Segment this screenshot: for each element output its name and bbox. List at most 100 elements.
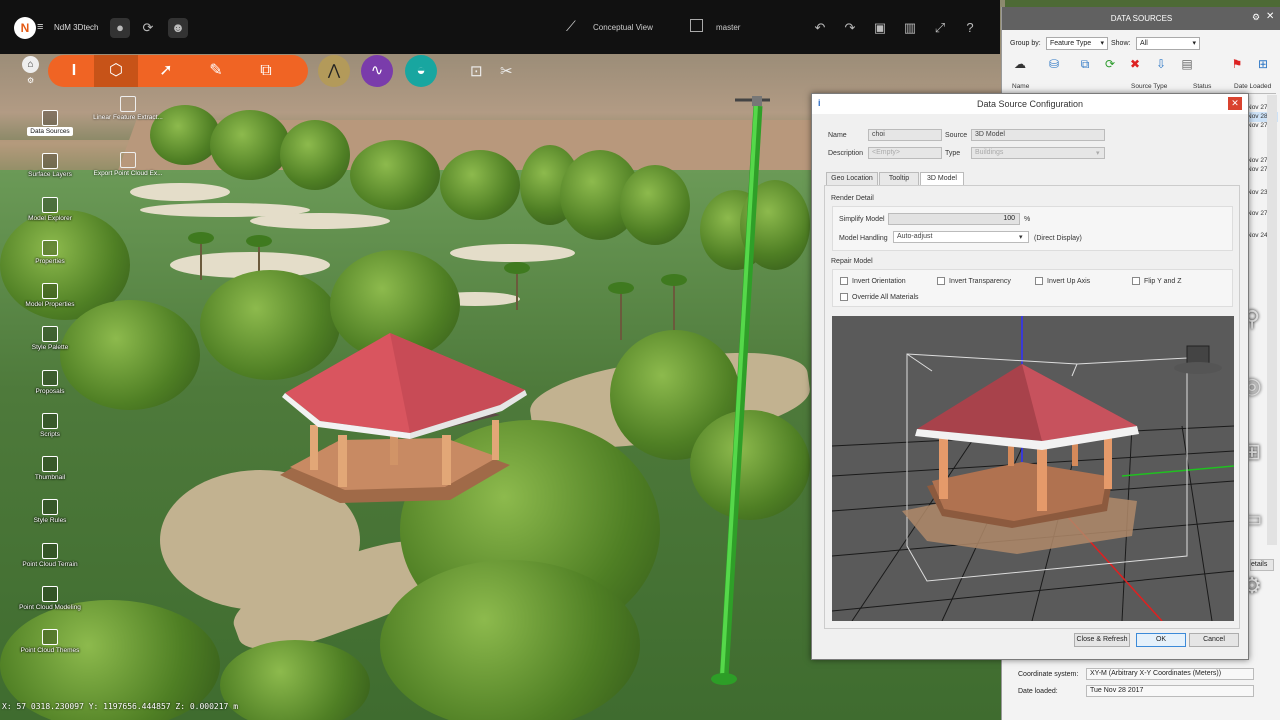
col-status[interactable]: Status [1193,83,1211,90]
sidebar-item-linear-feature[interactable]: Linear Feature Extract... [88,96,168,121]
select-tool-icon[interactable]: ➚ [144,55,188,87]
water-tool-icon[interactable]: ◒ [405,55,437,87]
user-icon[interactable]: ☻ [168,18,188,38]
cancel-button[interactable]: Cancel [1189,633,1239,647]
layers-tool-icon[interactable]: ▤ [1179,56,1195,72]
sidebar-item-export-point-cloud[interactable]: Export Point Cloud Ex... [88,152,168,177]
sidebar-item-model-properties[interactable]: Model Properties [10,283,90,308]
date-cell[interactable]: Nov 27 [1247,210,1268,217]
sync-icon[interactable]: ⟳ [138,18,158,38]
close-button[interactable]: ✕ [1228,97,1242,110]
simplify-slider[interactable]: 100 [888,213,1020,225]
type-label: Type [945,150,961,157]
sidebar-item-style-rules[interactable]: Style Rules [10,499,90,524]
grid-icon[interactable]: ⊞ [1255,56,1271,72]
sidebar-item-model-explorer[interactable]: Model Explorer [10,197,90,222]
model-tool-icon[interactable]: ⬡ [94,55,138,87]
menu-icon[interactable]: ≡ [37,21,43,33]
sidebar-item-point-cloud-modeling[interactable]: Point Cloud Modeling [10,586,90,611]
sidebar-item-surface-layers[interactable]: Surface Layers [10,153,90,178]
checkbox-box[interactable] [1035,277,1043,285]
branch-label[interactable]: master [716,23,740,32]
col-date-loaded[interactable]: Date Loaded [1234,83,1271,90]
show-select[interactable]: All [1136,37,1200,50]
tools-icon[interactable]: ✂ [500,62,513,80]
date-cell[interactable]: Nov 27 [1247,157,1268,164]
tab-geo-location[interactable]: Geo Location [826,172,878,185]
build-tool-icon[interactable]: I [52,55,96,87]
date-cell[interactable]: Nov 27 [1247,166,1268,173]
fullscreen-icon[interactable]: ⤢ [930,18,950,38]
tab-3d-model[interactable]: 3D Model [920,172,964,186]
copy-icon[interactable]: ⧉ [1077,56,1093,72]
close-refresh-button[interactable]: Close & Refresh [1074,633,1130,647]
undo-icon[interactable]: ↶ [810,18,830,38]
date-cell[interactable]: Nov 27 [1247,104,1268,111]
checkbox-box[interactable] [840,277,848,285]
cloud-add-icon[interactable]: ☁ [1012,56,1028,72]
invert-transparency-checkbox[interactable]: Invert Transparency [937,277,1011,285]
sidebar-item-thumbnail[interactable]: Thumbnail [10,456,90,481]
group-by-select[interactable]: Feature Type [1046,37,1108,50]
book-icon[interactable]: ▥ [900,18,920,38]
settings-icon[interactable]: ⚙ [1252,12,1260,23]
close-icon[interactable]: ✕ [1266,11,1274,22]
model-preview-viewport[interactable] [832,316,1234,621]
boolean-tool-icon[interactable]: ⧉ [244,55,288,87]
scrollbar[interactable] [1267,95,1277,545]
type-select[interactable]: Buildings [971,147,1105,159]
help-icon[interactable]: ? [960,18,980,38]
delete-icon[interactable]: ✖ [1127,56,1143,72]
app-name: NdM 3Dtech [54,23,99,32]
checkbox-box[interactable] [1132,277,1140,285]
simplify-label: Simplify Model [839,216,885,223]
view-style-icon[interactable]: ⟋ [566,18,576,35]
gazebo-model[interactable] [270,325,540,520]
sidebar-item-data-sources[interactable]: Data Sources [10,110,90,136]
road-tool-icon[interactable]: ⋀ [318,55,350,87]
window-icon[interactable]: ▣ [870,18,890,38]
draw-tool-icon[interactable]: ✎ [194,55,238,87]
checkbox-box[interactable] [937,277,945,285]
details-button[interactable]: etails [1250,559,1274,571]
export-icon[interactable]: ⇩ [1153,56,1169,72]
date-cell[interactable]: Nov 28 [1247,113,1268,120]
sidebar-item-style-palette[interactable]: Style Palette [10,326,90,351]
tree [380,560,640,720]
map-pin-icon[interactable]: ⚑ [1229,56,1245,72]
col-name[interactable]: Name [1012,83,1029,90]
sidebar-item-scripts[interactable]: Scripts [10,413,90,438]
sidebar-item-properties[interactable]: Properties [10,240,90,265]
view-mode-label[interactable]: Conceptual View [593,23,653,32]
waveform-tool-icon[interactable]: ∿ [361,55,393,87]
invert-orientation-checkbox[interactable]: Invert Orientation [840,277,906,285]
checkbox-box[interactable] [840,293,848,301]
add-database-icon[interactable]: ⛁ [1046,56,1062,72]
description-field[interactable]: <Empty> [868,147,942,159]
tab-tooltip[interactable]: Tooltip [879,172,919,185]
override-materials-checkbox[interactable]: Override All Materials [840,293,919,301]
settings-small-icon[interactable]: ⚙ [27,76,34,85]
sidebar-item-point-cloud-terrain[interactable]: Point Cloud Terrain [10,543,90,568]
sidebar-item-proposals[interactable]: Proposals [10,370,90,395]
repair-model-group [832,269,1233,307]
pole-model[interactable] [700,92,770,692]
refresh-icon[interactable]: ⟳ [1102,56,1118,72]
presentation-icon[interactable]: ⊡ [470,62,483,80]
name-field[interactable]: choi [868,129,942,141]
col-source-type[interactable]: Source Type [1131,83,1167,90]
sidebar-item-point-cloud-themes[interactable]: Point Cloud Themes [10,629,90,654]
app-logo[interactable]: N [14,17,36,39]
ok-button[interactable]: OK [1136,633,1186,647]
record-icon[interactable]: ● [110,18,130,38]
date-cell[interactable]: Nov 27 [1247,122,1268,129]
home-icon[interactable]: ⌂ [22,56,39,73]
invert-up-axis-checkbox[interactable]: Invert Up Axis [1035,277,1090,285]
branch-icon[interactable] [690,19,703,32]
flip-y-z-checkbox[interactable]: Flip Y and Z [1132,277,1182,285]
top-bar: N ≡ NdM 3Dtech ● ⟳ ☻ ⟋ Conceptual View m… [0,0,1000,54]
date-cell[interactable]: Nov 23 [1247,189,1268,196]
redo-icon[interactable]: ↷ [840,18,860,38]
model-handling-select[interactable]: Auto-adjust [893,231,1029,243]
sidebar-item-label: Properties [35,258,65,265]
